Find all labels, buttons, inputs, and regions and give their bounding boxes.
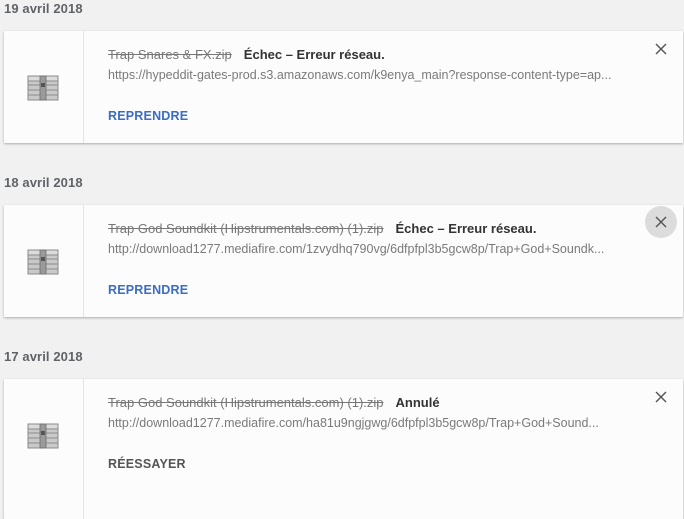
zip-archive-icon: [27, 249, 59, 275]
download-status: Échec – Erreur réseau.: [395, 221, 537, 236]
file-name-link[interactable]: Trap God Soundkit (Hipstrumentals.com) (…: [108, 395, 384, 410]
date-header: 19 avril 2018: [4, 1, 83, 16]
close-icon: [655, 391, 667, 403]
file-line: Trap God Soundkit (Hipstrumentals.com) (…: [108, 221, 536, 236]
download-item: Trap Snares & FX.zip Échec – Erreur résea…: [4, 31, 683, 143]
close-icon: [655, 43, 667, 55]
file-line: Trap God Soundkit (Hipstrumentals.com) (…: [108, 395, 440, 410]
zip-archive-icon: [27, 75, 59, 101]
date-header: 17 avril 2018: [4, 349, 83, 364]
file-icon-column: [4, 31, 84, 143]
source-url[interactable]: https://hypeddit-gates-prod.s3.amazonaws…: [108, 68, 634, 82]
source-url[interactable]: http://download1277.mediafire.com/1zvydh…: [108, 242, 634, 256]
download-status: Échec – Erreur réseau.: [243, 47, 385, 62]
file-icon-column: [4, 205, 84, 317]
file-name-link[interactable]: Trap God Soundkit (Hipstrumentals.com) (…: [108, 221, 384, 236]
remove-button[interactable]: [645, 381, 677, 413]
retry-button[interactable]: RÉESSAYER: [108, 457, 186, 471]
download-status: Annulé: [395, 395, 440, 410]
remove-button[interactable]: [645, 33, 677, 65]
file-name-link[interactable]: Trap Snares & FX.zip: [108, 47, 232, 62]
download-item: Trap God Soundkit (Hipstrumentals.com) (…: [4, 379, 683, 519]
resume-button[interactable]: REPRENDRE: [108, 109, 188, 123]
source-url[interactable]: http://download1277.mediafire.com/ha81u9…: [108, 416, 634, 430]
close-icon: [655, 216, 667, 228]
file-icon-column: [4, 379, 84, 519]
zip-archive-icon: [27, 423, 59, 449]
date-header: 18 avril 2018: [4, 175, 83, 190]
download-item: Trap God Soundkit (Hipstrumentals.com) (…: [4, 205, 683, 317]
file-line: Trap Snares & FX.zip Échec – Erreur résea…: [108, 47, 385, 62]
resume-button[interactable]: REPRENDRE: [108, 283, 188, 297]
remove-button[interactable]: [645, 206, 677, 238]
